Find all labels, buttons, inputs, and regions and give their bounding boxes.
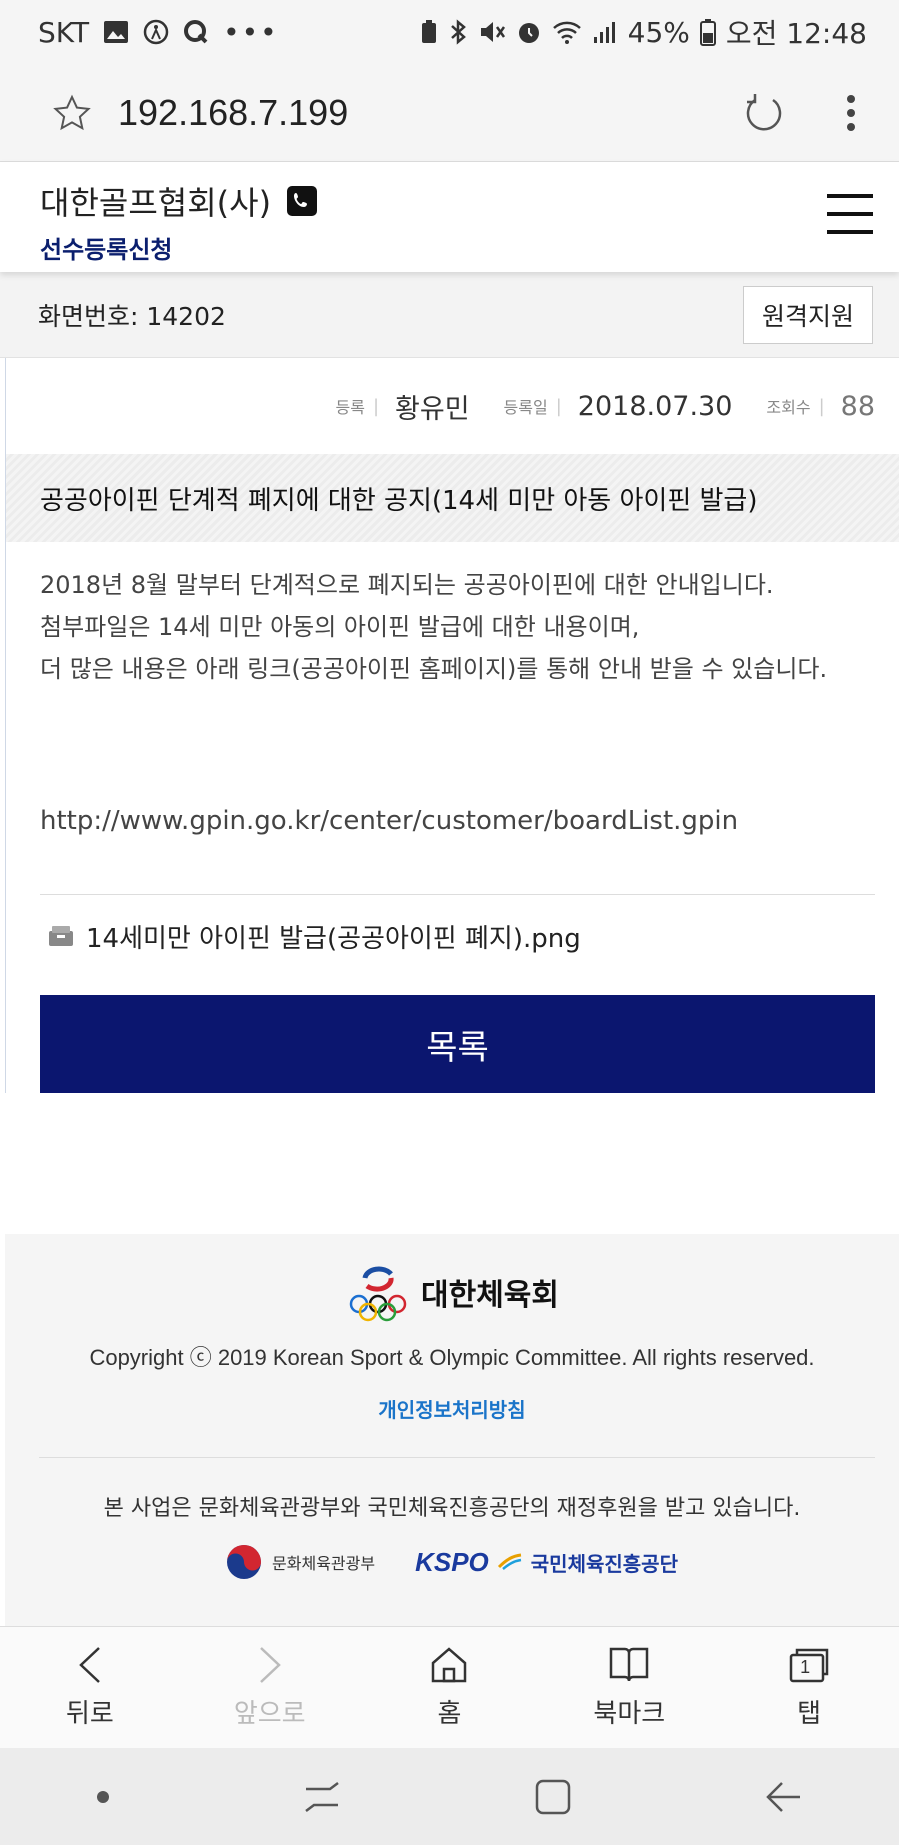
screen-number: 화면번호: 14202 — [38, 301, 226, 331]
org-name: 대한체육회 — [421, 1278, 559, 1313]
date-label: 등록일 — [503, 398, 548, 417]
mcst-name: 문화체육관광부 — [272, 1554, 376, 1573]
taegeuk-icon — [227, 1545, 262, 1579]
copyright: Copyright ⓒ 2019 Korean Sport & Olympic … — [89, 1345, 815, 1370]
body-line: 더 많은 내용은 아래 링크(공공아이핀 홈페이지)를 통해 안내 받을 수 있… — [40, 655, 828, 683]
meta-separator: | — [818, 395, 825, 417]
meta-separator: | — [372, 395, 380, 417]
author-name: 황유민 — [395, 393, 470, 425]
home-icon — [432, 1647, 467, 1683]
kspo-wordmark: KSPO — [415, 1546, 489, 1577]
author-label: 등록 — [335, 398, 365, 417]
post-body: 2018년 8월 말부터 단계적으로 폐지되는 공공아이핀에 대한 안내입니다.… — [6, 542, 899, 690]
tabs-label: 탭 — [797, 1699, 822, 1729]
tabs-button[interactable]: 1 탭 — [719, 1627, 899, 1748]
more-dots-icon: ••• — [223, 15, 279, 49]
q-icon — [184, 20, 208, 44]
post-title: 공공아이핀 단계적 폐지에 대한 공지(14세 미만 아동 아이핀 발급) — [6, 454, 899, 542]
kspo-logo: KSPO 국민체육진흥공단 — [415, 1547, 678, 1578]
site-subtitle: 선수등록신청 — [40, 236, 173, 264]
image-icon — [104, 21, 129, 43]
forward-button[interactable]: 앞으로 — [180, 1627, 360, 1748]
back-label: 뒤로 — [65, 1699, 114, 1729]
tabs-icon: 1 — [787, 1645, 831, 1685]
chevron-right-icon — [259, 1647, 281, 1683]
kscc-logo: 대한체육회 — [5, 1262, 899, 1322]
attachment-filename[interactable]: 14세미만 아이핀 발급(공공아이핀 폐지).png — [86, 918, 581, 955]
mcst-logo: 문화체육관광부 — [226, 1544, 375, 1580]
site-title: 대한골프협회(사) — [40, 184, 272, 222]
browser-address-bar: 192.168.7.199 — [0, 64, 899, 162]
divider — [39, 1457, 875, 1458]
dot-icon[interactable] — [95, 1789, 111, 1805]
menu-icon[interactable] — [827, 194, 873, 234]
bookmark-label: 북마크 — [593, 1699, 666, 1729]
more-vert-icon[interactable] — [845, 93, 857, 133]
phone-icon[interactable] — [287, 186, 318, 216]
mute-icon — [480, 22, 505, 42]
kspo-swoosh-icon — [497, 1553, 521, 1570]
olympic-rings-icon — [349, 1266, 407, 1322]
carrier-label: SKT — [38, 15, 90, 49]
meta-separator: | — [555, 395, 562, 417]
screen-info-bar: 화면번호: 14202 원격지원 — [0, 272, 899, 358]
accessibility-icon — [143, 19, 169, 45]
views-label: 조회수 — [766, 398, 811, 417]
site-header: 대한골프협회(사) 선수등록신청 — [0, 162, 899, 272]
attachment-icon — [49, 926, 73, 946]
post-meta: 등록 | 황유민 등록일 | 2018.07.30 조회수 | 88 — [6, 358, 899, 454]
clock: 오전 12:48 — [725, 17, 867, 50]
home-label: 홈 — [437, 1699, 462, 1729]
browser-bottom-nav: 뒤로 앞으로 홈 북마크 1 탭 — [0, 1626, 899, 1748]
sponsor-logos: 문화체육관광부 KSPO 국민체육진흥공단 — [5, 1544, 899, 1580]
battery-icon — [699, 19, 716, 46]
footer: 대한체육회 Copyright ⓒ 2019 Korean Sport & Ol… — [5, 1234, 899, 1626]
privacy-policy-link[interactable]: 개인정보처리방침 — [5, 1394, 899, 1423]
post-content: 등록 | 황유민 등록일 | 2018.07.30 조회수 | 88 공공아이핀… — [5, 358, 899, 1093]
forward-label: 앞으로 — [233, 1699, 306, 1729]
status-bar: SKT ••• 45% 오전 12:48 — [0, 0, 899, 64]
chevron-left-icon — [79, 1647, 100, 1683]
kspo-name: 국민체육진흥공단 — [530, 1551, 678, 1576]
alarm-icon — [518, 23, 539, 43]
url-field[interactable]: 192.168.7.199 — [118, 92, 348, 134]
signal-icon — [593, 22, 615, 43]
post-link[interactable]: http://www.gpin.go.kr/center/customer/bo… — [6, 690, 899, 894]
battery-saver-icon — [421, 20, 436, 43]
home-button[interactable]: 홈 — [360, 1627, 540, 1748]
bookmark-button[interactable]: 북마크 — [539, 1627, 719, 1748]
body-line: 2018년 8월 말부터 단계적으로 폐지되는 공공아이핀에 대한 안내입니다. — [40, 571, 774, 599]
back-button[interactable]: 뒤로 — [0, 1627, 180, 1748]
remote-support-button[interactable]: 원격지원 — [742, 285, 873, 344]
back-nav-icon[interactable] — [764, 1777, 804, 1817]
star-icon[interactable] — [52, 93, 92, 133]
attachment-row[interactable]: 14세미만 아이핀 발급(공공아이핀 폐지).png — [6, 895, 899, 977]
system-nav-bar — [0, 1748, 899, 1845]
bluetooth-icon — [450, 19, 466, 45]
recent-apps-icon[interactable] — [302, 1777, 342, 1817]
sponsor-notice: 본 사업은 문화체육관광부와 국민체육진흥공단의 재정후원을 받고 있습니다. — [103, 1496, 801, 1521]
body-line: 첨부파일은 14세 미만 아동의 아이핀 발급에 대한 내용이며, — [40, 613, 640, 641]
home-nav-icon[interactable] — [533, 1777, 573, 1817]
bookmark-book-icon — [610, 1647, 649, 1682]
tab-count: 1 — [800, 1657, 811, 1677]
reload-icon[interactable] — [743, 92, 785, 134]
view-count: 88 — [840, 390, 875, 422]
site-title-row: 대한골프협회(사) — [40, 178, 859, 224]
battery-percent: 45% — [627, 15, 690, 49]
list-button[interactable]: 목록 — [40, 995, 875, 1093]
wifi-icon — [552, 21, 581, 44]
post-date: 2018.07.30 — [577, 390, 733, 422]
